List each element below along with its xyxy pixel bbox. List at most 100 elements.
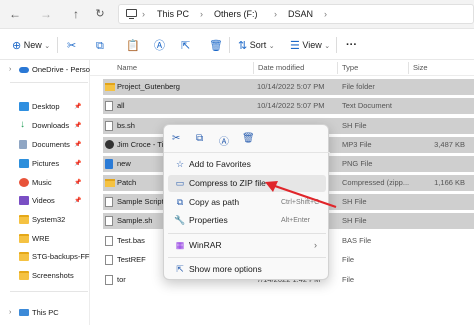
back-icon[interactable]: ←: [8, 7, 22, 21]
menu-item-show-more-options[interactable]: ⇱ Show more options: [168, 261, 326, 278]
cut-icon[interactable]: ✂: [172, 133, 180, 144]
view-label: View: [302, 40, 322, 50]
delete-icon[interactable]: 🗑: [242, 133, 255, 144]
delete-button[interactable]: 🗑: [209, 38, 223, 52]
paste-icon: 📋: [126, 39, 140, 52]
menu-item-winrar[interactable]: ▦ WinRAR ›: [168, 237, 326, 254]
chevron-down-icon: ⌄: [268, 43, 275, 50]
copy-icon: ⧉: [96, 39, 104, 52]
sidebar-item-downloads[interactable]: ↓ Downloads 📌: [0, 119, 90, 133]
breadcrumb-item[interactable]: Others (F:): [214, 9, 258, 19]
zip-icon: ▭: [175, 178, 185, 188]
cloud-icon: [19, 67, 29, 73]
pictures-icon: [19, 159, 29, 168]
column-header-date[interactable]: Date modified: [258, 63, 304, 72]
menu-item-copy-as-path[interactable]: ⧉ Copy as path Ctrl+Shift+C: [168, 194, 326, 211]
file-row[interactable]: all 10/14/2022 5:07 PM Text Document: [103, 98, 474, 114]
sidebar-item-onedrive[interactable]: › OneDrive - Perso: [0, 63, 90, 77]
navigation-pane: › OneDrive - Perso Desktop 📌 ↓ Downloads…: [0, 60, 90, 325]
menu-item-label: Add to Favorites: [189, 159, 251, 169]
new-button[interactable]: ⊕ New ⌄: [12, 38, 50, 52]
image-icon: [105, 159, 113, 169]
media-icon: [105, 140, 114, 149]
cut-button[interactable]: ✂: [67, 38, 76, 52]
breadcrumb[interactable]: › This PC › Others (F:) › DSAN ›: [118, 4, 474, 24]
rename-icon: Ⓐ: [154, 39, 165, 52]
menu-item-label: Copy as path: [189, 197, 240, 207]
rename-icon[interactable]: Ⓐ: [219, 133, 229, 148]
sidebar-item-videos[interactable]: Videos 📌: [0, 194, 90, 208]
menu-item-shortcut: Ctrl+Shift+C: [281, 199, 320, 206]
paste-button[interactable]: 📋: [126, 38, 140, 52]
sort-label: Sort: [249, 40, 267, 50]
sidebar-item-wre[interactable]: WRE: [0, 232, 90, 246]
folder-icon: [19, 215, 29, 224]
menu-item-shortcut: Alt+Enter: [281, 217, 310, 224]
pin-icon: 📌: [74, 161, 82, 167]
column-header-name[interactable]: Name: [117, 63, 137, 72]
computer-icon: [126, 9, 137, 20]
breadcrumb-separator-icon: ›: [274, 9, 277, 19]
new-label: New: [23, 40, 42, 50]
sidebar-item-label: Videos: [32, 196, 55, 205]
sidebar-item-label: OneDrive - Perso: [32, 65, 90, 74]
column-header-size[interactable]: Size: [413, 63, 428, 72]
menu-item-add-to-favorites[interactable]: ☆ Add to Favorites: [168, 156, 326, 173]
command-bar: ⊕ New ⌄ ✂ ⧉ 📋 Ⓐ ⇱ 🗑 ⇅ Sort ⌄ ☰ View ⌄ ··…: [0, 29, 474, 60]
sort-button[interactable]: ⇅ Sort ⌄: [238, 38, 275, 52]
column-header-type[interactable]: Type: [342, 63, 358, 72]
pin-icon: 📌: [74, 198, 82, 204]
file-name: all: [117, 101, 125, 110]
sidebar-item-label: STG-backups-FF: [32, 252, 90, 261]
folder-icon: [105, 83, 115, 91]
sidebar-item-label: System32: [32, 215, 66, 224]
rename-button[interactable]: Ⓐ: [154, 38, 165, 52]
forward-icon[interactable]: →: [39, 7, 53, 21]
sidebar-item-label: Desktop: [32, 102, 60, 111]
sidebar-item-this-pc[interactable]: › This PC: [0, 306, 90, 320]
sidebar-item-music[interactable]: Music 📌: [0, 176, 90, 190]
sidebar-item-label: Pictures: [32, 159, 60, 168]
menu-item-label: Show more options: [189, 264, 262, 274]
computer-icon: [19, 309, 29, 316]
menu-item-compress-to-zip[interactable]: ▭ Compress to ZIP file: [168, 175, 326, 192]
copy-icon[interactable]: ⧉: [196, 133, 203, 144]
refresh-icon[interactable]: ↻: [93, 7, 107, 21]
view-button[interactable]: ☰ View ⌄: [290, 38, 330, 52]
menu-item-label: Properties: [189, 215, 228, 225]
share-icon: ⇱: [181, 39, 191, 52]
file-name: Project_Gutenberg: [117, 82, 180, 91]
sidebar-item-system32[interactable]: System32: [0, 213, 90, 227]
sidebar-item-stg-backups[interactable]: STG-backups-FF: [0, 250, 90, 264]
column-divider: [337, 62, 338, 74]
breadcrumb-item[interactable]: This PC: [157, 9, 189, 19]
address-bar-area: ← → ↑ ↻ › This PC › Others (F:) › DSAN ›: [0, 0, 474, 29]
menu-item-properties[interactable]: 🔧 Properties Alt+Enter: [168, 212, 326, 229]
sidebar-item-pictures[interactable]: Pictures 📌: [0, 157, 90, 171]
more-options-button[interactable]: ···: [346, 38, 357, 52]
file-type: Text Document: [342, 101, 393, 110]
document-icon: [105, 101, 113, 111]
file-size: 1,166 KB: [434, 178, 465, 187]
sidebar-item-label: This PC: [32, 308, 59, 317]
document-icon: [105, 197, 113, 207]
breadcrumb-item[interactable]: DSAN: [288, 9, 313, 19]
up-icon[interactable]: ↑: [69, 7, 83, 21]
sort-icon: ⇅: [238, 39, 248, 52]
downloads-icon: ↓: [20, 119, 25, 130]
sidebar-item-label: Screenshots: [32, 271, 74, 280]
document-icon: [105, 216, 113, 226]
more-options-icon: ⇱: [176, 264, 184, 274]
sidebar-item-documents[interactable]: Documents 📌: [0, 138, 90, 152]
share-button[interactable]: ⇱: [181, 38, 190, 52]
folder-icon: [19, 271, 29, 280]
sidebar-divider: [10, 82, 88, 83]
chevron-down-icon: ⌄: [324, 43, 331, 50]
copy-button[interactable]: ⧉: [96, 38, 104, 52]
chevron-right-icon: ›: [9, 309, 12, 316]
file-row[interactable]: Project_Gutenberg 10/14/2022 5:07 PM Fil…: [103, 79, 474, 95]
sidebar-item-screenshots[interactable]: Screenshots: [0, 269, 90, 283]
menu-item-label: Compress to ZIP file: [189, 178, 266, 188]
sidebar-item-desktop[interactable]: Desktop 📌: [0, 100, 90, 114]
pin-icon: 📌: [74, 180, 82, 186]
